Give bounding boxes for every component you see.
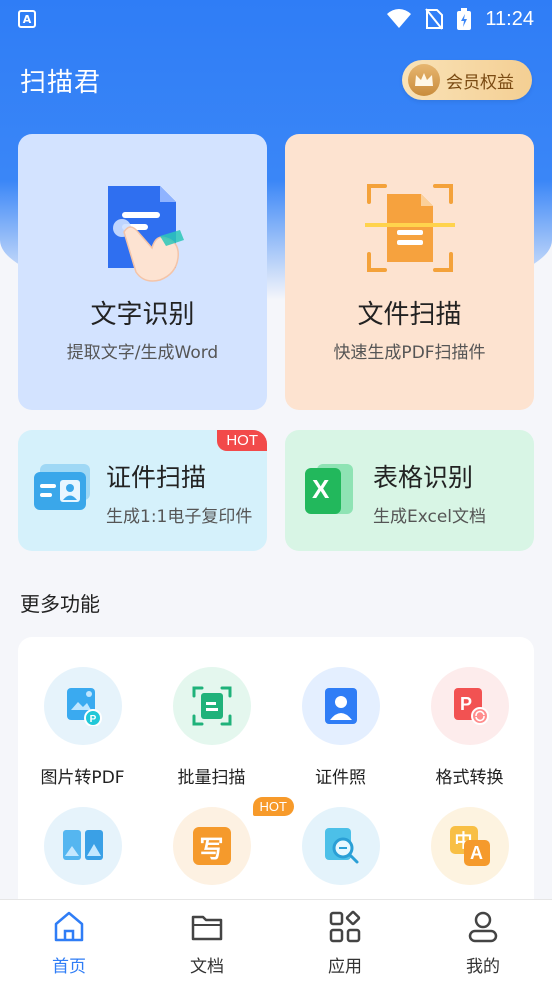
doc-search-icon — [324, 828, 358, 864]
text-recognition-subtitle: 提取文字/生成Word — [66, 343, 219, 363]
id-photo-icon — [324, 688, 357, 724]
hot-badge: HOT — [217, 430, 267, 451]
file-scan-icon — [365, 184, 455, 272]
handwriting-icon: 写 — [192, 827, 231, 865]
svg-text:P: P — [89, 714, 96, 725]
crown-icon — [408, 64, 440, 96]
nav-profile[interactable]: 我的 — [414, 900, 552, 983]
excel-icon-letter: X — [312, 474, 330, 504]
nav-label: 应用 — [328, 957, 362, 977]
translate-icon: 中 A — [449, 826, 490, 866]
text-recognition-icon — [108, 186, 184, 282]
nav-label: 文档 — [190, 957, 224, 977]
tool-format-convert[interactable]: P 格式转换 — [405, 667, 534, 788]
home-icon — [54, 911, 84, 942]
id-scan-card[interactable]: HOT 证件扫描 生成1:1电子复印件 — [18, 430, 267, 551]
svg-text:P: P — [459, 694, 471, 714]
profile-icon — [468, 911, 498, 943]
app-title: 扫描君 — [20, 67, 102, 98]
tool-handwriting[interactable]: HOT 写 — [147, 797, 294, 903]
more-features-title: 更多功能 — [20, 592, 100, 616]
bottom-navigation: 首页 文档 应用 我的 — [0, 899, 552, 983]
no-sim-icon — [425, 8, 444, 30]
file-scan-title: 文件扫描 — [357, 300, 462, 330]
vip-benefits-button[interactable]: 会员权益 — [402, 60, 532, 100]
app-header: 扫描君 会员权益 — [20, 60, 532, 100]
status-bar: A 11:24 — [0, 0, 552, 38]
file-scan-subtitle: 快速生成PDF扫描件 — [333, 343, 486, 363]
tool-translate[interactable]: 中 A — [405, 807, 534, 903]
nav-apps[interactable]: 应用 — [276, 900, 414, 983]
nav-home[interactable]: 首页 — [0, 900, 138, 983]
batch-scan-icon — [192, 686, 231, 726]
tool-batch-scan[interactable]: 批量扫描 — [147, 667, 276, 788]
tool-image-to-pdf[interactable]: P 图片转PDF — [18, 667, 147, 788]
format-convert-icon: P — [453, 688, 489, 725]
id-scan-title: 证件扫描 — [106, 463, 207, 492]
tool-id-photo[interactable]: 证件照 — [276, 667, 405, 788]
tool-label: 批量扫描 — [177, 768, 246, 788]
nav-label: 我的 — [466, 957, 500, 977]
tool-image-split[interactable] — [18, 807, 147, 903]
tool-label: 图片转PDF — [40, 768, 125, 788]
table-recognition-title: 表格识别 — [373, 463, 474, 492]
tool-label: 证件照 — [315, 768, 366, 788]
nav-label: 首页 — [52, 957, 86, 977]
wifi-icon — [387, 9, 412, 28]
folder-icon — [191, 915, 223, 941]
image-split-icon — [62, 830, 103, 860]
nav-documents[interactable]: 文档 — [138, 900, 276, 983]
apps-icon — [329, 910, 361, 943]
app-notification-icon: A — [18, 10, 36, 28]
tool-doc-search[interactable] — [276, 807, 405, 903]
text-recognition-title: 文字识别 — [90, 300, 195, 330]
image-to-pdf-icon: P — [66, 688, 102, 726]
id-scan-subtitle: 生成1:1电子复印件 — [106, 507, 253, 527]
status-time: 11:24 — [485, 7, 534, 30]
vip-label: 会员权益 — [446, 72, 514, 93]
table-recognition-card[interactable]: X 表格识别 生成Excel文档 — [285, 430, 534, 551]
battery-charging-icon — [457, 8, 472, 30]
tool-label: 格式转换 — [435, 768, 504, 788]
more-features-panel: P 图片转PDF 批量扫描 证件照 P 格式转换 HOT 写 中 A — [18, 637, 534, 899]
file-scan-card[interactable]: 文件扫描 快速生成PDF扫描件 — [285, 134, 534, 410]
id-card-icon — [34, 464, 90, 510]
table-recognition-subtitle: 生成Excel文档 — [373, 507, 487, 527]
text-recognition-card[interactable]: 文字识别 提取文字/生成Word — [18, 134, 267, 410]
